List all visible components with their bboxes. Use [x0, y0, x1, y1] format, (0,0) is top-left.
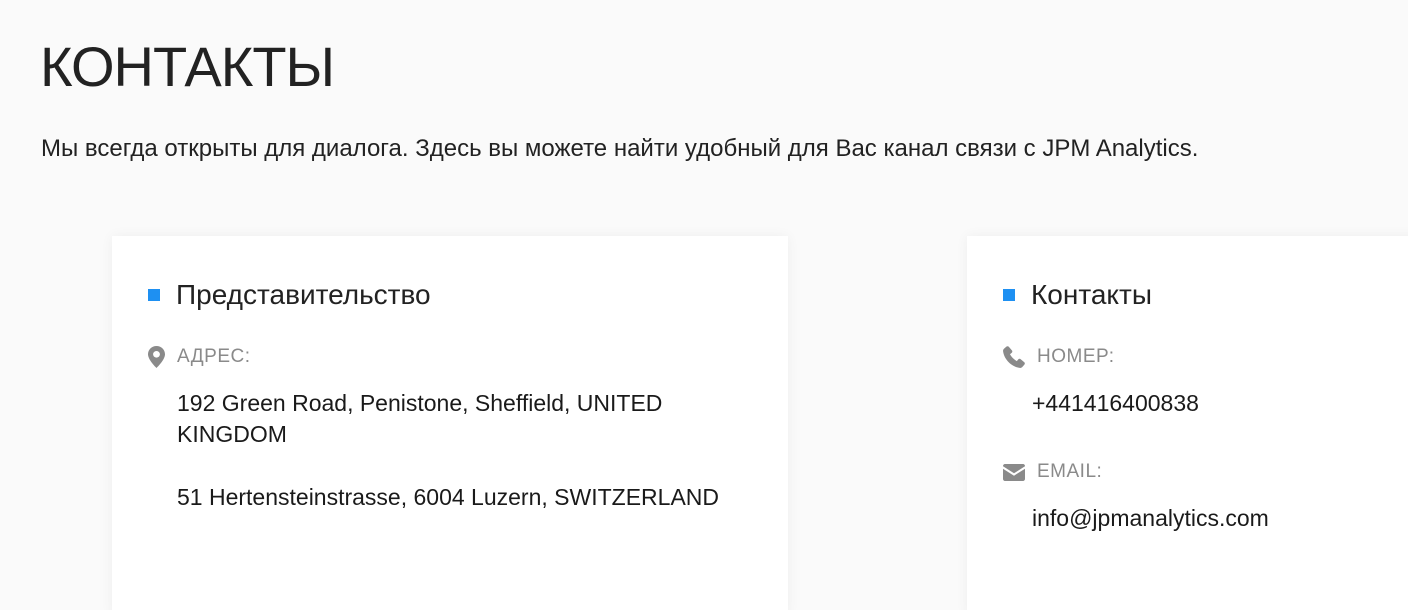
page-title: КОНТАКТЫ: [40, 35, 335, 98]
phone-number-link[interactable]: +441416400838: [1032, 388, 1199, 419]
map-marker-icon: [148, 346, 165, 368]
address-switzerland: 51 Hertensteinstrasse, 6004 Luzern, SWIT…: [177, 484, 720, 510]
contacts-page: КОНТАКТЫ Мы всегда открыты для диалога. …: [0, 0, 1408, 610]
address-uk: 192 Green Road, Penistone, Sheffield, UN…: [177, 390, 663, 447]
address-label: АДРЕС:: [177, 346, 251, 367]
phone-label: НОМЕР:: [1037, 346, 1115, 367]
office-card: Представительство АДРЕС: 192 Green Road,…: [112, 236, 788, 610]
contacts-card-header: Контакты: [1003, 278, 1152, 312]
email-link[interactable]: info@jpmanalytics.com: [1032, 503, 1269, 534]
accent-square-icon: [148, 289, 160, 301]
accent-square-icon: [1003, 289, 1015, 301]
email-label: EMAIL:: [1037, 461, 1103, 482]
page-subtitle: Мы всегда открыты для диалога. Здесь вы …: [41, 135, 1199, 162]
office-card-title: Представительство: [176, 279, 431, 310]
contacts-card-title: Контакты: [1031, 279, 1152, 310]
envelope-icon: [1003, 463, 1025, 481]
address-label-row: АДРЕС:: [148, 346, 251, 368]
contacts-card: Контакты НОМЕР: +441416400838 EMAIL: inf…: [967, 236, 1408, 610]
phone-icon: [1003, 346, 1025, 368]
email-label-row: EMAIL:: [1003, 461, 1102, 483]
phone-label-row: НОМЕР:: [1003, 346, 1115, 368]
office-card-header: Представительство: [148, 278, 431, 312]
